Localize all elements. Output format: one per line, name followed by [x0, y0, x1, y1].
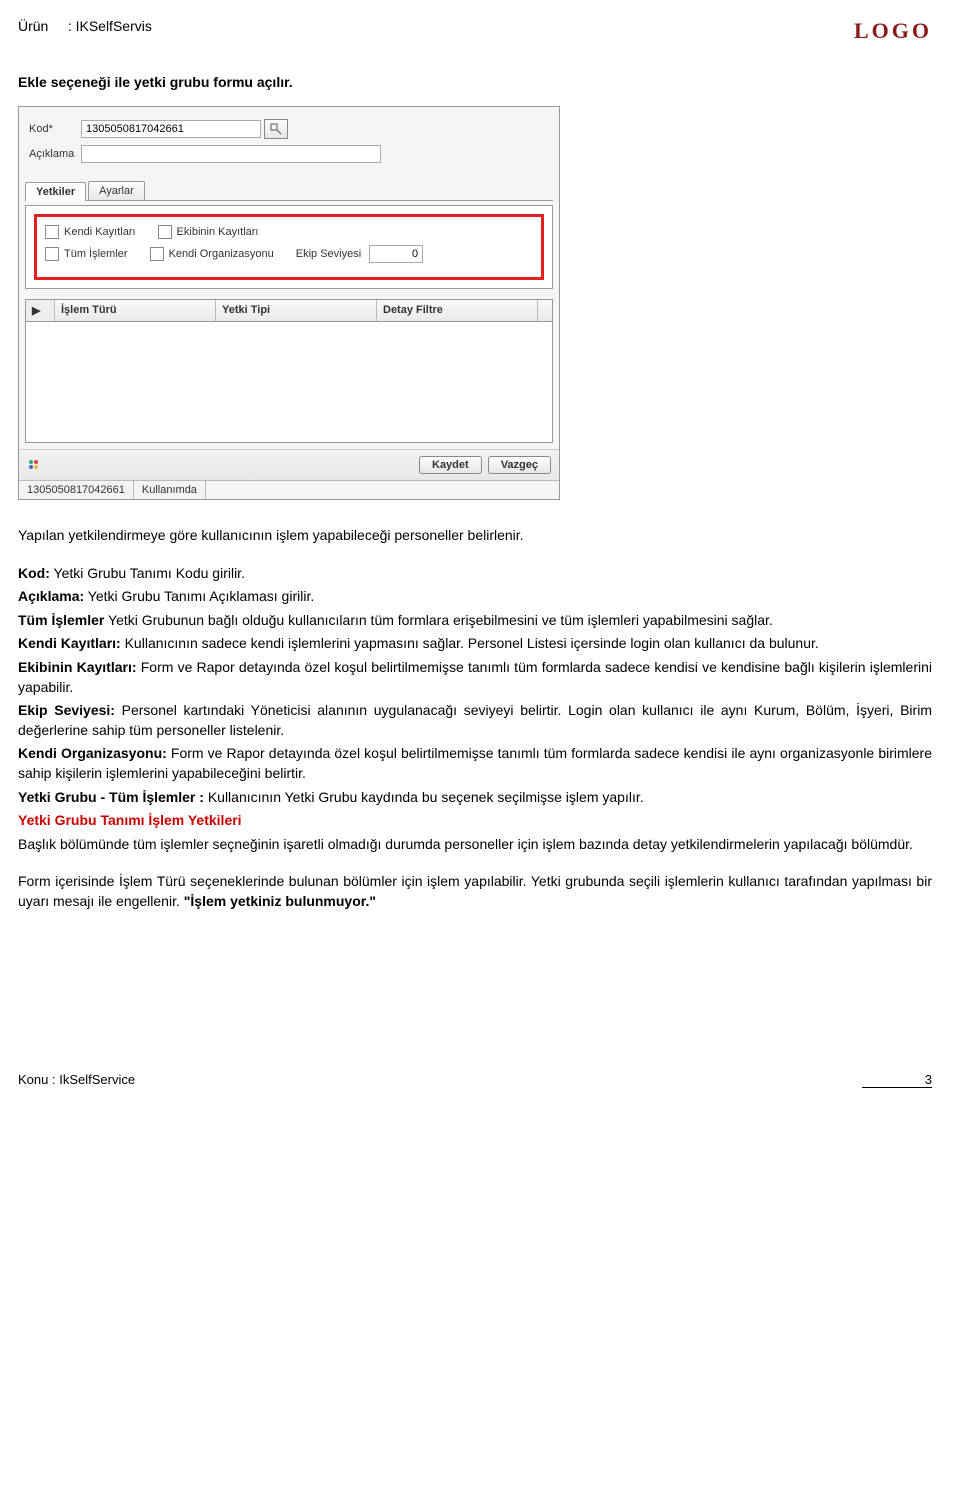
grid-row-handle[interactable]: ▶ — [26, 300, 55, 321]
para-10: Başlık bölümünde tüm işlemler seçneğinin… — [18, 835, 932, 855]
ekibinin-kayitlari-text: Form ve Rapor detayında özel koşul belir… — [18, 659, 932, 695]
kendi-organizasyonu-label: Kendi Organizasyonu — [169, 248, 274, 260]
tab-ayarlar[interactable]: Ayarlar — [88, 181, 145, 200]
checkbox-icon — [45, 247, 59, 261]
permission-group-form: Kod* Açıklama Yetkiler Ayarlar Kendi Kay… — [18, 106, 560, 500]
grid-col-detay-filtre[interactable]: Detay Filtre — [377, 300, 538, 321]
tum-islemler-text: Yetki Grubunun bağlı olduğu kullanıcılar… — [104, 612, 772, 628]
ekibinin-kayitlari-label: Ekibinin Kayıtları — [177, 226, 259, 238]
tabs: Yetkiler Ayarlar — [25, 181, 553, 201]
ekip-seviyesi-text: Personel kartındaki Yöneticisi alanının … — [18, 702, 932, 738]
konu-label: Konu : — [18, 1072, 56, 1087]
vazgec-button[interactable]: Vazgeç — [488, 456, 551, 474]
kaydet-button[interactable]: Kaydet — [419, 456, 482, 474]
kendi-kayitlari-checkbox[interactable]: Kendi Kayıtları — [45, 225, 136, 239]
form-footer: Kaydet Vazgeç — [19, 449, 559, 480]
kod-label: Kod* — [29, 123, 81, 135]
brand-logo: LOGO — [854, 18, 932, 44]
yetki-grubu-tum-islemler-text: Kullanıcının Yetki Grubu kaydında bu seç… — [204, 789, 644, 805]
highlight-box: Kendi Kayıtları Ekibinin Kayıtları Tüm İ… — [34, 214, 544, 280]
tag-icon — [270, 123, 282, 135]
checkbox-icon — [150, 247, 164, 261]
section-heading: Yetki Grubu Tanımı İşlem Yetkileri — [18, 811, 932, 831]
product-label: Ürün — [18, 18, 48, 34]
kod-input[interactable] — [81, 120, 261, 138]
kendi-kayitlari-label: Kendi Kayıtları — [64, 226, 136, 238]
kod-term: Kod: — [18, 565, 50, 581]
description-body: Yapılan yetkilendirmeye göre kullanıcını… — [18, 526, 932, 912]
status-bar: 1305050817042661 Kullanımda — [19, 480, 559, 499]
intro-text: Ekle seçeneği ile yetki grubu formu açıl… — [18, 74, 932, 90]
kendi-kayitlari-text: Kullanıcının sadece kendi işlemlerini ya… — [121, 635, 819, 651]
permissions-grid: ▶ İşlem Türü Yetki Tipi Detay Filtre — [25, 299, 553, 443]
checkbox-icon — [158, 225, 172, 239]
product-name: IKSelfServis — [76, 18, 152, 34]
para-11a: Form içerisinde İşlem Türü seçeneklerind… — [18, 873, 932, 909]
tum-islemler-label: Tüm İşlemler — [64, 248, 128, 260]
para-11-quote: "İşlem yetkiniz bulunmuyor." — [184, 893, 376, 909]
page-number: 3 — [862, 1072, 932, 1087]
kendi-organizasyonu-checkbox[interactable]: Kendi Organizasyonu — [150, 247, 274, 261]
yetki-grubu-tum-islemler-term: Yetki Grubu - Tüm İşlemler : — [18, 789, 204, 805]
product-line: Ürün : IKSelfServis — [18, 18, 152, 34]
product-sep: : — [68, 18, 72, 34]
kendi-organizasyonu-term: Kendi Organizasyonu: — [18, 745, 167, 761]
ekip-seviyesi-input[interactable] — [369, 245, 423, 263]
aciklama-text: Yetki Grubu Tanımı Açıklaması girilir. — [84, 588, 314, 604]
tum-islemler-checkbox[interactable]: Tüm İşlemler — [45, 247, 128, 261]
konu-value: IkSelfService — [59, 1072, 135, 1087]
palette-icon[interactable] — [27, 456, 41, 474]
grid-col-islem-turu[interactable]: İşlem Türü — [55, 300, 216, 321]
kendi-kayitlari-term: Kendi Kayıtları: — [18, 635, 121, 651]
page-number-rule — [862, 1087, 932, 1088]
ekibinin-kayitlari-term: Ekibinin Kayıtları: — [18, 659, 137, 675]
aciklama-label: Açıklama — [29, 148, 81, 160]
aciklama-term: Açıklama: — [18, 588, 84, 604]
page-number-block: 3 — [862, 1072, 932, 1088]
status-code: 1305050817042661 — [19, 481, 134, 499]
tum-islemler-term: Tüm İşlemler — [18, 612, 104, 628]
aciklama-input[interactable] — [81, 145, 381, 163]
ekip-seviyesi-label: Ekip Seviyesi — [296, 248, 361, 260]
ekibinin-kayitlari-checkbox[interactable]: Ekibinin Kayıtları — [158, 225, 259, 239]
ekip-seviyesi-term: Ekip Seviyesi: — [18, 702, 115, 718]
grid-header: ▶ İşlem Türü Yetki Tipi Detay Filtre — [26, 300, 552, 322]
yetkiler-panel: Kendi Kayıtları Ekibinin Kayıtları Tüm İ… — [25, 205, 553, 289]
status-state: Kullanımda — [134, 481, 206, 499]
tab-yetkiler[interactable]: Yetkiler — [25, 182, 86, 201]
page-footer: Konu : IkSelfService 3 — [18, 1072, 932, 1088]
grid-col-yetki-tipi[interactable]: Yetki Tipi — [216, 300, 377, 321]
kod-text: Yetki Grubu Tanımı Kodu girilir. — [50, 565, 245, 581]
checkbox-icon — [45, 225, 59, 239]
grid-body-empty[interactable] — [26, 322, 552, 442]
kod-lookup-button[interactable] — [264, 119, 288, 139]
para-intro: Yapılan yetkilendirmeye göre kullanıcını… — [18, 526, 932, 546]
